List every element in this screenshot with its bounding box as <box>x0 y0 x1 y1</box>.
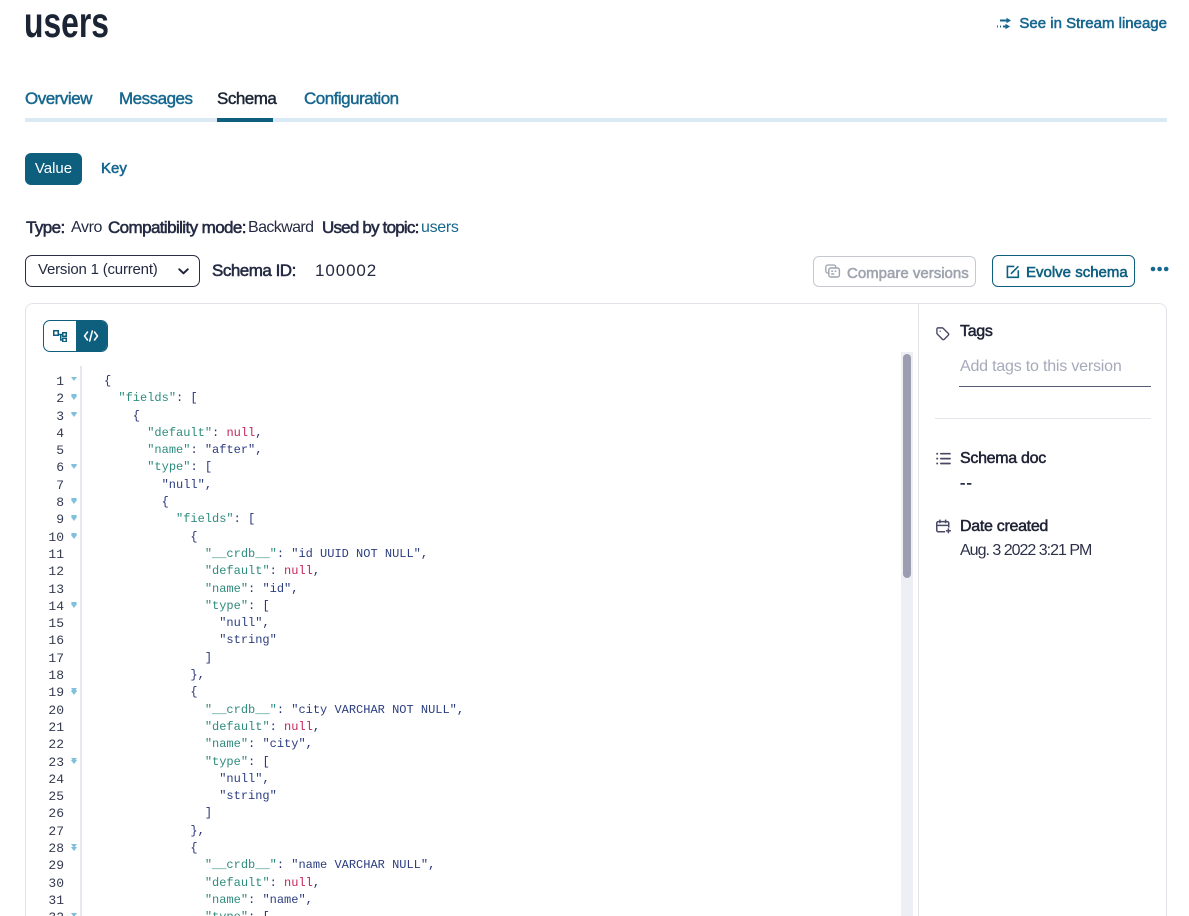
svg-text:users: users <box>24 0 109 47</box>
